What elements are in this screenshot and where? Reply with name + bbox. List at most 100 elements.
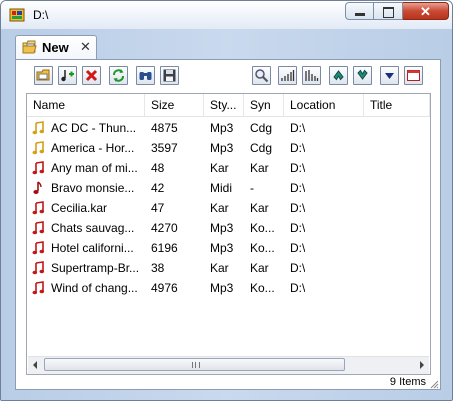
cell-location: D:\ [290,281,306,295]
music-note-icon [32,221,45,235]
column-header-style[interactable]: Sty... [204,94,244,116]
column-header-syn[interactable]: Syn [244,94,284,116]
find-button[interactable] [136,66,155,85]
cell-style: Kar [210,261,229,275]
sort-bars-ascending-button[interactable] [278,66,297,85]
tab-new[interactable]: New ✕ [15,35,97,60]
grip-icon [192,362,200,368]
cell-location: D:\ [290,221,306,235]
cell-syn: Kar [250,261,269,275]
chevron-down-icon [385,73,394,79]
column-header-title[interactable]: Title [364,94,430,116]
cell-name: Bravo monsie... [51,181,135,195]
move-down-button[interactable] [353,66,372,85]
close-icon: ✕ [420,4,431,19]
title-bar[interactable]: D:\ ✕ [1,1,452,29]
cell-syn: Ko... [250,241,275,255]
minimize-icon [355,13,365,16]
cell-syn: Cdg [250,141,273,155]
cell-style: Mp3 [210,281,234,295]
cell-location: D:\ [290,161,306,175]
column-header-name[interactable]: Name [27,94,145,116]
music-note-icon [32,241,45,255]
cell-size: 6196 [151,241,178,255]
maximize-icon [383,7,394,18]
resize-grip-icon[interactable] [429,379,439,389]
cell-location: D:\ [290,261,306,275]
cell-style: Kar [210,201,229,215]
file-list[interactable]: Name Size Sty... Syn Location Title AC D… [26,93,431,375]
list-item[interactable]: Any man of mi... 48 Kar Kar D:\ [27,158,430,178]
maximize-button[interactable] [374,2,403,20]
scroll-thumb[interactable] [44,358,345,371]
column-header-size[interactable]: Size [145,94,204,116]
cell-style: Mp3 [210,141,234,155]
cell-style: Mp3 [210,221,234,235]
save-icon [163,69,176,82]
cell-name: Supertramp-Br... [51,261,140,275]
cell-style: Kar [210,161,229,175]
cell-syn: Ko... [250,221,275,235]
add-music-button[interactable] [58,66,77,85]
column-header-location[interactable]: Location [284,94,364,116]
music-note-icon [32,201,45,215]
status-bar: 9 Items [16,376,440,390]
close-button[interactable]: ✕ [403,2,449,20]
zoom-button[interactable] [252,66,271,85]
minimize-button[interactable] [345,2,374,20]
cell-name: America - Hor... [51,141,135,155]
caption-buttons: ✕ [345,2,449,21]
refresh-icon [113,69,124,82]
magnifier-icon [255,69,269,83]
delete-icon [85,69,98,82]
window-icon [407,70,420,81]
cell-name: Chats sauvag... [51,221,135,235]
cell-size: 4976 [151,281,178,295]
cell-size: 47 [151,201,165,215]
tab-close-icon[interactable]: ✕ [80,39,91,55]
list-item[interactable]: America - Hor... 3597 Mp3 Cdg D:\ [27,138,430,158]
tag-down-icon [357,69,368,80]
delete-button[interactable] [82,66,101,85]
music-note-icon [32,281,45,295]
open-folder-button[interactable] [34,66,53,85]
list-item[interactable]: Bravo monsie... 42 Midi - D:\ [27,178,430,198]
main-panel: Name Size Sty... Syn Location Title AC D… [15,59,441,390]
bars-descending-icon [305,70,319,81]
cell-style: Mp3 [210,241,234,255]
cell-location: D:\ [290,241,306,255]
music-note-icon [32,141,45,155]
cell-size: 4875 [151,121,178,135]
cell-name: Hotel californi... [51,241,134,255]
list-item[interactable]: Supertramp-Br... 38 Kar Kar D:\ [27,258,430,278]
cell-syn: Ko... [250,281,275,295]
move-up-button[interactable] [329,66,348,85]
music-note-icon [32,121,45,135]
cell-location: D:\ [290,201,306,215]
list-item[interactable]: Wind of chang... 4976 Mp3 Ko... D:\ [27,278,430,298]
window-title: D:\ [33,8,49,22]
item-count: 9 Items [389,376,426,388]
cell-size: 38 [151,261,165,275]
dropdown-button[interactable] [380,66,399,85]
cell-name: Wind of chang... [51,281,138,295]
cell-style: Mp3 [210,121,234,135]
scroll-left-icon[interactable] [33,361,37,369]
cell-name: Cecilia.kar [51,201,108,215]
cell-location: D:\ [290,181,306,195]
cell-location: D:\ [290,141,306,155]
sort-bars-descending-button[interactable] [302,66,321,85]
cell-style: Midi [210,181,233,195]
document-folder-icon [22,40,37,54]
horizontal-scrollbar[interactable] [28,356,429,374]
list-item[interactable]: Hotel californi... 6196 Mp3 Ko... D:\ [27,238,430,258]
refresh-button[interactable] [109,66,128,85]
list-item[interactable]: Cecilia.kar 47 Kar Kar D:\ [27,198,430,218]
bars-ascending-icon [281,70,295,81]
list-item[interactable]: AC DC - Thun... 4875 Mp3 Cdg D:\ [27,118,430,138]
list-item[interactable]: Chats sauvag... 4270 Mp3 Ko... D:\ [27,218,430,238]
window-button[interactable] [404,66,423,85]
scroll-right-icon[interactable] [420,361,424,369]
save-button[interactable] [160,66,179,85]
music-note-icon [32,161,45,175]
